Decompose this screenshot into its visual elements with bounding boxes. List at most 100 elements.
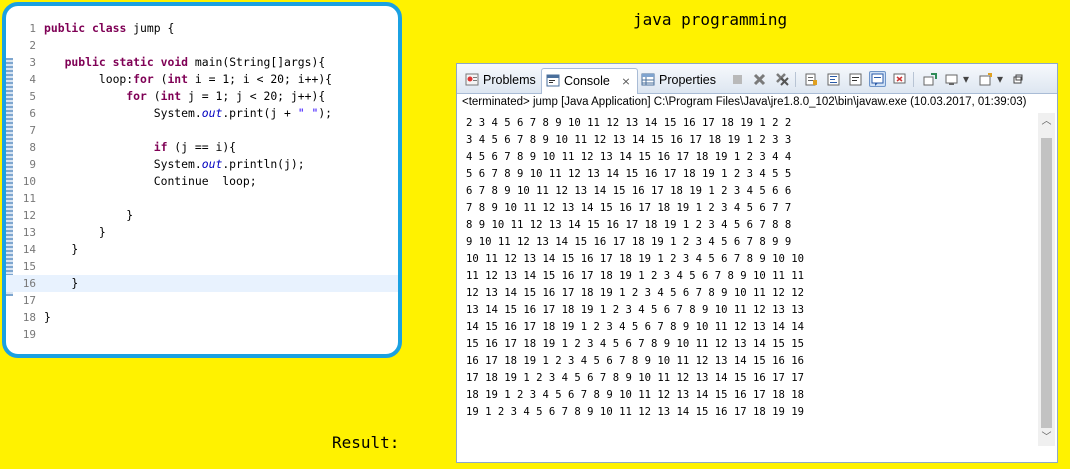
problems-icon <box>465 73 479 86</box>
line-number: 13 <box>22 226 36 239</box>
line-number: 19 <box>22 328 36 341</box>
code-text: Continue loop; <box>44 174 257 188</box>
code-line: 15 <box>6 258 398 275</box>
code-line: 18} <box>6 309 398 326</box>
view-tab-bar: Problems Console ⨯ Properties ▾ ▾ <box>457 64 1057 94</box>
line-number: 16 <box>22 277 36 290</box>
tab-properties-label: Properties <box>659 73 716 87</box>
line-number: 3 <box>29 56 36 69</box>
line-number: 15 <box>22 260 36 273</box>
tab-problems[interactable]: Problems <box>461 68 542 94</box>
code-line: 11 <box>6 190 398 207</box>
scroll-lock-icon[interactable] <box>803 71 820 87</box>
code-line: 6 System.out.print(j + " "); <box>6 105 398 122</box>
code-line: 19 <box>6 326 398 343</box>
code-text: for (int j = 1; j < 20; j++){ <box>126 89 326 103</box>
line-number: 11 <box>22 192 36 205</box>
show-on-error-icon[interactable] <box>869 71 886 87</box>
minimize-icon[interactable] <box>1009 71 1026 87</box>
code-text: } <box>44 208 134 222</box>
console-status: <terminated> jump [Java Application] C:\… <box>462 96 1027 108</box>
line-number: 5 <box>29 90 36 103</box>
remove-launch-icon[interactable] <box>751 71 768 87</box>
console-output-line: 16 17 18 19 1 2 3 4 5 6 7 8 9 10 11 12 1… <box>466 355 805 367</box>
console-output-line: 11 12 13 14 15 16 17 18 19 1 2 3 4 5 6 7… <box>466 270 805 282</box>
console-output-line: 6 7 8 9 10 11 12 13 14 15 16 17 18 19 1 … <box>466 185 792 197</box>
show-on-output-icon[interactable] <box>847 71 864 87</box>
console-output-line: 3 4 5 6 7 8 9 10 11 12 13 14 15 16 17 18… <box>466 134 792 146</box>
word-wrap-icon[interactable] <box>825 71 842 87</box>
tab-console[interactable]: Console ⨯ <box>541 68 638 94</box>
chevron-down-icon[interactable]: ▾ <box>995 71 1005 87</box>
code-text: public static void main(String[]args){ <box>64 55 326 69</box>
console-output-line: 7 8 9 10 11 12 13 14 15 16 17 18 19 1 2 … <box>466 202 792 214</box>
console-output-line: 5 6 7 8 9 10 11 12 13 14 15 16 17 18 19 … <box>466 168 792 180</box>
result-label: Result: <box>332 433 400 452</box>
console-output-line: 8 9 10 11 12 13 14 15 16 17 18 19 1 2 3 … <box>466 219 792 231</box>
code-text: if (j == i){ <box>153 140 237 154</box>
code-text: loop:for (int i = 1; i < 20; i++){ <box>44 72 333 86</box>
console-output-line: 10 11 12 13 14 15 16 17 18 19 1 2 3 4 5 … <box>466 253 805 265</box>
console-output[interactable]: 2 3 4 5 6 7 8 9 10 11 12 13 14 15 16 17 … <box>466 115 1036 421</box>
pin-console-icon[interactable] <box>891 71 908 87</box>
code-lines: 1 public class jump {2 3 public static voi… <box>6 20 398 343</box>
console-output-line: 4 5 6 7 8 9 10 11 12 13 14 15 16 17 18 1… <box>466 151 792 163</box>
code-line: 5 for (int j = 1; j < 20; j++){ <box>6 88 398 105</box>
code-text: } <box>44 242 79 256</box>
code-line: 8 if (j == i){ <box>6 139 398 156</box>
code-line: 2 <box>6 37 398 54</box>
code-line: 3 public static void main(String[]args){ <box>6 54 398 71</box>
code-line: 10 Continue loop; <box>6 173 398 190</box>
line-number: 4 <box>29 73 36 86</box>
code-line: 4 loop:for (int i = 1; i < 20; i++){ <box>6 71 398 88</box>
tab-properties[interactable]: Properties <box>637 68 722 94</box>
console-output-line: 12 13 14 15 16 17 18 19 1 2 3 4 5 6 7 8 … <box>466 287 805 299</box>
console-output-line: 13 14 15 16 17 18 19 1 2 3 4 5 6 7 8 9 1… <box>466 304 805 316</box>
line-number: 14 <box>22 243 36 256</box>
code-line: 1 public class jump { <box>6 20 398 37</box>
line-number: 12 <box>22 209 36 222</box>
display-console-icon[interactable] <box>921 71 938 87</box>
properties-icon <box>641 73 655 86</box>
line-number: 7 <box>29 124 36 137</box>
close-icon[interactable]: ⨯ <box>621 76 630 88</box>
code-line: 7 <box>6 122 398 139</box>
console-view: Problems Console ⨯ Properties ▾ ▾ <termi… <box>456 63 1058 463</box>
line-number: 18 <box>22 311 36 324</box>
console-output-line: 15 16 17 18 19 1 2 3 4 5 6 7 8 9 10 11 1… <box>466 338 805 350</box>
console-output-line: 14 15 16 17 18 19 1 2 3 4 5 6 7 8 9 10 1… <box>466 321 805 333</box>
line-number: 9 <box>29 158 36 171</box>
code-text: System.out.println(j); <box>44 157 305 171</box>
code-text: System.out.print(j + " "); <box>44 106 333 120</box>
code-text: } <box>44 276 79 290</box>
code-text: } <box>44 225 106 239</box>
code-text: } <box>44 310 51 324</box>
line-number: 1 <box>29 22 36 35</box>
terminate-icon[interactable] <box>729 71 746 87</box>
code-line: 13 } <box>6 224 398 241</box>
toolbar-separator <box>795 72 796 87</box>
open-console-icon[interactable] <box>943 71 960 87</box>
remove-all-icon[interactable] <box>773 71 790 87</box>
console-output-line: 18 19 1 2 3 4 5 6 7 8 9 10 11 12 13 14 1… <box>466 389 805 401</box>
scroll-up-icon[interactable]: ︿ <box>1038 113 1055 130</box>
code-text: public class jump { <box>44 21 175 35</box>
code-line: 16 } <box>6 275 398 292</box>
code-line: 14 } <box>6 241 398 258</box>
scroll-down-icon[interactable]: ﹀ <box>1038 429 1055 446</box>
vertical-scrollbar[interactable]: ︿ ﹀ <box>1038 113 1055 446</box>
tab-console-label: Console <box>564 74 610 88</box>
code-line: 9 System.out.println(j); <box>6 156 398 173</box>
page-heading: java programming <box>633 10 788 29</box>
code-line: 17 <box>6 292 398 309</box>
scrollbar-thumb[interactable] <box>1041 138 1052 428</box>
chevron-down-icon[interactable]: ▾ <box>961 71 971 87</box>
toolbar-separator <box>913 72 914 87</box>
code-editor[interactable]: 1 public class jump {2 3 public static voi… <box>2 2 402 358</box>
console-output-line: 2 3 4 5 6 7 8 9 10 11 12 13 14 15 16 17 … <box>466 117 792 129</box>
new-console-icon[interactable] <box>977 71 994 87</box>
console-icon <box>546 74 560 87</box>
line-number: 10 <box>22 175 36 188</box>
console-output-line: 9 10 11 12 13 14 15 16 17 18 19 1 2 3 4 … <box>466 236 792 248</box>
console-output-line: 17 18 19 1 2 3 4 5 6 7 8 9 10 11 12 13 1… <box>466 372 805 384</box>
